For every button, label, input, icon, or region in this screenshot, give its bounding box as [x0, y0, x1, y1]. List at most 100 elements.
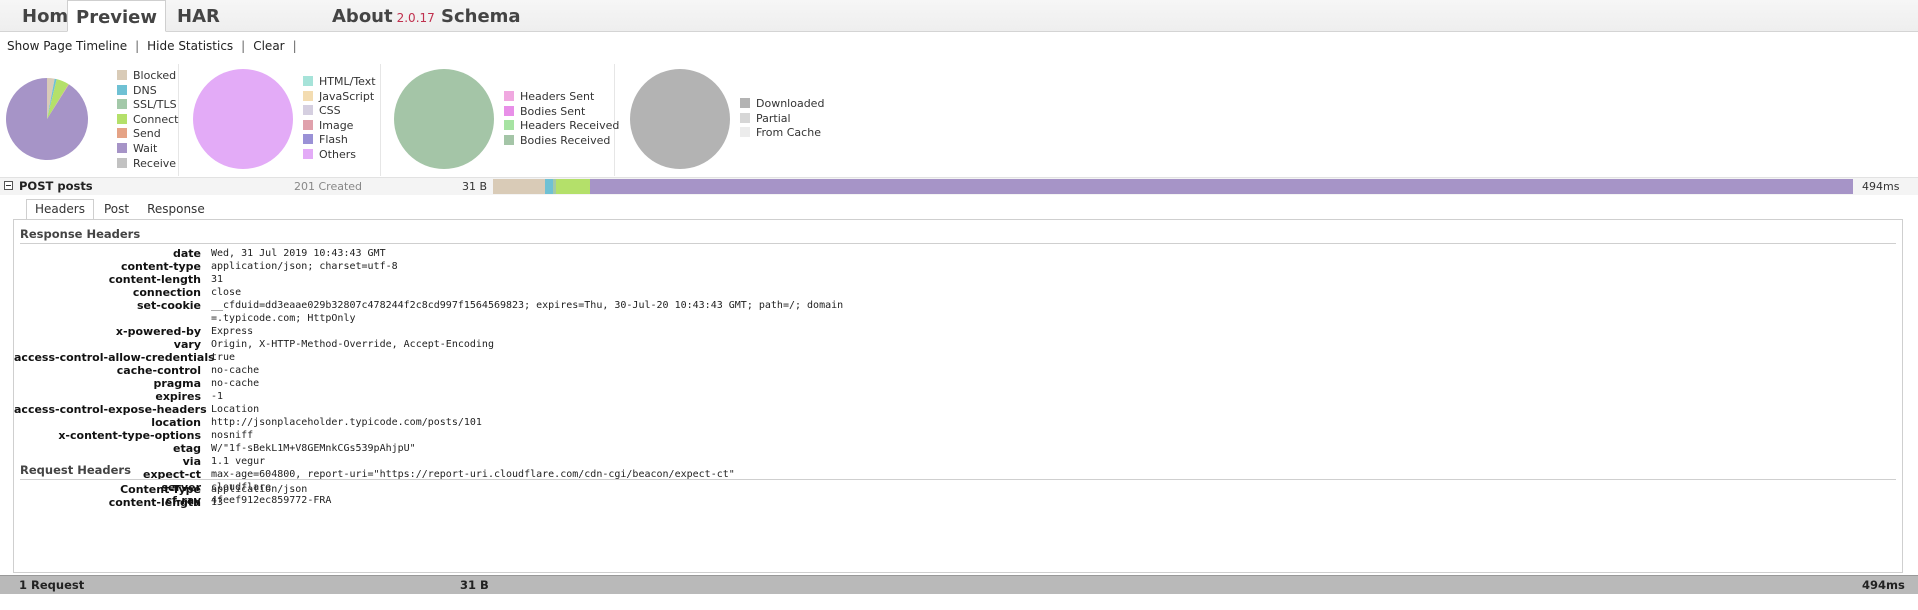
legend-label: Bodies Received: [520, 133, 611, 147]
timing-legend-item: Receive: [117, 157, 178, 172]
collapse-toggle-icon[interactable]: [4, 181, 13, 190]
content-legend-item: Others: [303, 148, 376, 163]
header-key: cache-control: [116, 364, 201, 377]
request-size: 31 B: [462, 180, 488, 193]
header-key: x-powered-by: [115, 325, 201, 338]
section-divider: [20, 243, 1896, 244]
legend-swatch: [303, 76, 313, 86]
cache-chart-group: Downloaded Partial From Cache: [624, 64, 824, 176]
content-chart-group: HTML/Text JavaScript CSS Image Flash Others: [190, 64, 381, 176]
legend-swatch: [303, 90, 313, 101]
legend-label: Flash: [319, 133, 348, 147]
request-row[interactable]: POST posts 201 Created 31 B 494ms: [0, 177, 1918, 195]
header-value: 13: [211, 497, 224, 508]
header-key: content-length: [108, 273, 201, 286]
cache-legend-item: From Cache: [740, 126, 824, 141]
timing-legend-item: Connect: [117, 113, 178, 128]
traffic-legend-item: Headers Sent: [504, 90, 619, 105]
traffic-chart-group: Headers Sent Bodies Sent Headers Received B…: [390, 64, 619, 176]
legend-swatch: [740, 98, 750, 108]
tab-har[interactable]: HAR: [169, 0, 228, 31]
tab-schema[interactable]: Schema: [433, 0, 529, 31]
toolbar: Show Page Timeline | Hide Statistics | Clear…: [7, 38, 305, 54]
tab-about[interactable]: About 2.0.17: [324, 0, 443, 31]
hide-statistics-link[interactable]: Hide Statistics: [147, 39, 233, 53]
content-pie-slice-others: [193, 69, 293, 169]
legend-label: Receive: [133, 156, 177, 170]
header-key: set-cookie: [136, 299, 201, 312]
legend-swatch: [504, 105, 514, 116]
request-status: 201 Created: [294, 180, 363, 193]
top-nav: Home Preview HAR About 2.0.17 Schema: [0, 0, 1918, 32]
legend-label: Downloaded: [756, 97, 825, 110]
legend-label: Others: [319, 147, 356, 161]
footer-total-time: 494ms: [1862, 578, 1905, 592]
legend-label: DNS: [133, 83, 157, 97]
header-value: 1.1 vegur: [211, 456, 266, 467]
traffic-legend: Headers Sent Bodies Sent Headers Received B…: [504, 90, 619, 148]
content-legend-item: Image: [303, 119, 376, 134]
request-timeline-bar[interactable]: [493, 179, 1853, 194]
header-value: __cfduid=dd3eaae029b32807c478244f2c8cd99…: [211, 300, 844, 311]
header-key: Content-Type: [120, 483, 201, 496]
legend-label: Connect: [133, 112, 179, 126]
legend-swatch: [740, 112, 750, 123]
header-value: no-cache: [211, 378, 260, 389]
summary-footer: 1 Request 31 B 494ms: [0, 575, 1918, 594]
clear-link[interactable]: Clear: [253, 39, 284, 53]
legend-swatch: [303, 119, 313, 130]
header-key: pragma: [153, 377, 201, 390]
legend-swatch: [303, 148, 313, 159]
legend-label: SSL/TLS: [133, 98, 177, 112]
version-label: 2.0.17: [396, 11, 435, 25]
legend-swatch: [740, 127, 750, 138]
legend-swatch: [117, 99, 127, 110]
section-divider: [20, 479, 1896, 480]
timeline-segment-dns: [544, 179, 553, 194]
request-time: 494ms: [1862, 180, 1900, 193]
header-key: vary: [173, 338, 201, 351]
content-legend-item: JavaScript: [303, 90, 376, 105]
timing-legend: Blocked DNS SSL/TLS Connect Send Wait Receive: [117, 69, 178, 171]
header-value: 31: [211, 274, 224, 285]
cache-pie: [630, 69, 730, 169]
traffic-pie-slice-bodies-received: [394, 69, 494, 169]
header-key: x-content-type-options: [58, 429, 201, 442]
timing-chart-group: Blocked DNS SSL/TLS Connect Send Wait Receive: [0, 64, 179, 176]
tab-headers[interactable]: Headers: [26, 199, 94, 220]
tab-post[interactable]: Post: [96, 200, 137, 219]
header-value: Express: [211, 326, 254, 337]
timing-pie-slice-wait: [5, 78, 88, 160]
cache-pie-slice-downloaded: [630, 69, 730, 169]
header-value: true: [211, 352, 236, 363]
legend-swatch: [504, 134, 514, 145]
header-key: etag: [172, 442, 201, 455]
legend-label: Blocked: [133, 69, 177, 82]
traffic-legend-item: Bodies Sent: [504, 105, 619, 120]
traffic-legend-item: Bodies Received: [504, 134, 619, 149]
legend-label: Send: [133, 127, 161, 141]
timing-legend-item: SSL/TLS: [117, 98, 178, 113]
timeline-segment-connect: [555, 179, 590, 194]
content-legend-item: CSS: [303, 104, 376, 119]
legend-swatch: [117, 84, 127, 95]
legend-swatch: [504, 120, 514, 131]
toolbar-separator: |: [241, 39, 246, 53]
legend-swatch: [117, 70, 127, 80]
legend-swatch: [504, 91, 514, 101]
legend-label: CSS: [319, 104, 341, 118]
legend-swatch: [117, 142, 127, 153]
show-page-timeline-link[interactable]: Show Page Timeline: [7, 39, 127, 53]
timing-legend-item: Wait: [117, 142, 178, 157]
header-key: content-type: [120, 260, 201, 273]
header-key: access-control-expose-headers: [14, 403, 207, 416]
content-pie: [193, 69, 293, 169]
tab-preview[interactable]: Preview: [67, 0, 167, 32]
header-value: -1: [211, 391, 224, 402]
timeline-segment-blocked: [493, 179, 545, 194]
legend-label: Wait: [133, 141, 158, 155]
about-label: About: [332, 6, 393, 27]
tab-response[interactable]: Response: [139, 200, 213, 219]
header-key: location: [151, 416, 201, 429]
footer-total-size: 31 B: [460, 578, 489, 592]
